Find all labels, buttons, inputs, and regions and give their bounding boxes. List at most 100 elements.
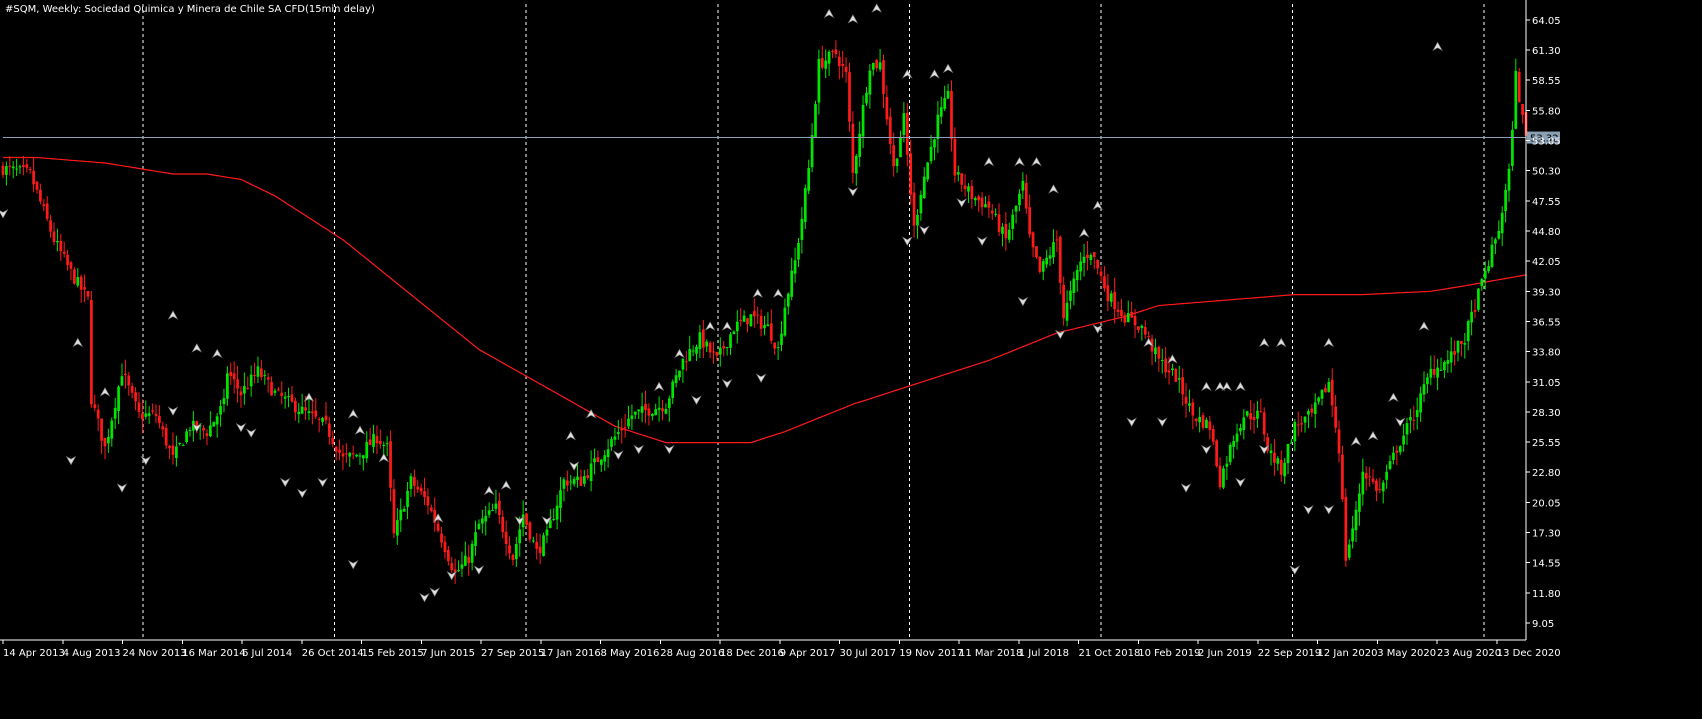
candle-body: [283, 396, 287, 399]
candle-body: [837, 56, 841, 67]
candle-body: [783, 307, 787, 336]
candle-body: [1167, 370, 1171, 373]
candle-body: [86, 291, 90, 297]
candle-body: [124, 373, 127, 375]
candle-body: [100, 418, 103, 441]
candle-body: [1293, 422, 1297, 442]
candle-body: [491, 510, 494, 511]
candle-body: [212, 421, 216, 427]
candle-body: [654, 409, 658, 416]
candle-body: [1375, 480, 1378, 491]
candle-body: [902, 113, 906, 135]
candle-body: [1072, 278, 1076, 293]
candle-body: [205, 433, 209, 436]
candle-body: [294, 400, 297, 413]
candle-body: [389, 441, 392, 488]
y-tick-label: 36.55: [1532, 317, 1561, 328]
candle-body: [599, 459, 603, 465]
candle-body: [1402, 435, 1405, 445]
candle-body: [249, 374, 253, 387]
candle-body: [882, 60, 885, 94]
candle-body: [113, 407, 117, 419]
candle-body: [1436, 367, 1439, 378]
candle-body: [528, 522, 532, 540]
candle-body: [395, 520, 399, 536]
candle-body: [664, 409, 668, 414]
candle-body: [256, 366, 260, 377]
candle-body: [1283, 462, 1286, 477]
candle-body: [776, 347, 780, 349]
candle-body: [705, 341, 709, 347]
candle-body: [681, 358, 685, 370]
candle-body: [42, 204, 46, 207]
candle-body: [1422, 384, 1426, 395]
candle-body: [868, 70, 872, 95]
candle-body: [919, 194, 923, 214]
candle-body: [851, 123, 855, 173]
candle-body: [1262, 412, 1266, 435]
candle-body: [229, 371, 233, 376]
candle-body: [22, 165, 25, 167]
candle-body: [582, 476, 586, 484]
x-tick-label: 11 Mar 2018: [959, 648, 1022, 659]
candle-body: [168, 445, 171, 449]
candle-body: [538, 546, 542, 554]
candle-body: [8, 165, 12, 167]
candle-body: [1307, 411, 1310, 415]
candle-body: [647, 408, 651, 416]
x-tick-label: 16 Mar 2014: [182, 648, 245, 659]
candle-body: [1242, 417, 1246, 430]
candle-body: [555, 505, 559, 520]
candle-body: [246, 387, 250, 389]
candle-body: [209, 425, 212, 437]
candle-body: [1432, 369, 1436, 375]
candle-body: [1466, 321, 1470, 342]
candle-body: [1296, 424, 1300, 426]
candle-body: [970, 185, 974, 199]
candle-body: [749, 314, 753, 327]
candle-body: [1385, 471, 1388, 480]
candle-body: [572, 478, 576, 485]
candle-body: [1480, 279, 1484, 287]
candle-body: [763, 325, 766, 329]
y-tick-label: 64.05: [1532, 16, 1561, 27]
candle-body: [973, 198, 977, 201]
candle-body: [59, 240, 63, 252]
candle-body: [487, 510, 491, 515]
candle-body: [579, 476, 583, 486]
y-tick-label: 53.05: [1532, 137, 1561, 148]
candle-body: [141, 413, 144, 420]
candle-body: [1092, 252, 1096, 257]
candle-body: [226, 373, 229, 399]
price-chart[interactable]: 53.32 64.0561.3058.5555.8053.0550.3047.5…: [0, 0, 1702, 719]
candle-body: [712, 351, 715, 353]
candle-body: [1038, 256, 1042, 272]
candle-body: [443, 541, 447, 553]
candle-body: [922, 176, 926, 198]
candle-body: [831, 51, 834, 52]
candle-body: [725, 347, 729, 349]
candle-body: [548, 520, 552, 529]
candle-body: [1497, 231, 1501, 239]
candle-body: [905, 112, 909, 155]
candle-body: [698, 332, 702, 350]
candle-body: [1245, 411, 1249, 416]
candle-body: [1358, 493, 1361, 512]
candle-body: [909, 153, 913, 195]
candle-body: [66, 254, 69, 265]
candle-body: [596, 457, 600, 463]
candle-body: [470, 543, 474, 563]
x-tick-label: 23 Aug 2020: [1437, 648, 1501, 659]
candle-body: [987, 201, 991, 208]
candle-body: [1211, 428, 1215, 442]
candle-body: [1069, 290, 1072, 301]
candle-body: [1446, 360, 1450, 364]
candle-body: [260, 368, 263, 378]
candle-body: [215, 416, 219, 425]
x-tick-label: 1 Jul 2018: [1019, 648, 1069, 659]
candle-body: [117, 386, 120, 411]
candle-body: [701, 329, 705, 348]
x-tick-label: 2 Jun 2019: [1198, 648, 1252, 659]
candle-body: [307, 411, 311, 414]
candle-body: [477, 523, 481, 530]
